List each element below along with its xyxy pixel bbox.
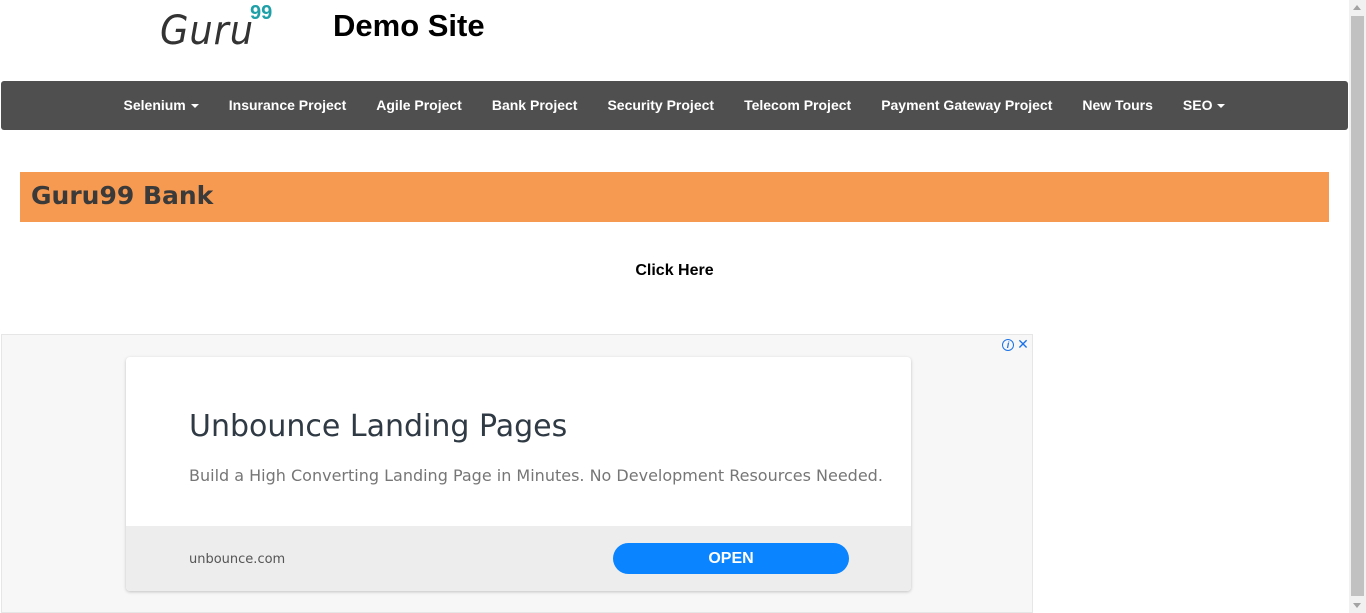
click-here-link[interactable]: Click Here: [0, 262, 1349, 280]
navbar: Selenium Insurance Project Agile Project…: [1, 81, 1348, 130]
scroll-up-icon[interactable]: [1353, 5, 1361, 10]
ad-headline[interactable]: Unbounce Landing Pages: [189, 409, 567, 444]
nav-item-label: Agile Project: [376, 97, 462, 113]
open-button[interactable]: OPEN: [613, 543, 849, 574]
ad-controls: i ✕: [1002, 336, 1030, 353]
nav-item-telecom-project[interactable]: Telecom Project: [729, 81, 866, 130]
nav-item-label: Insurance Project: [228, 97, 347, 113]
nav-item-insurance-project[interactable]: Insurance Project: [214, 81, 362, 130]
nav-item-label: SEO: [1182, 97, 1213, 113]
page-banner: Guru99 Bank: [20, 172, 1329, 222]
ad-container: i ✕ Unbounce Landing Pages Build a High …: [1, 334, 1033, 613]
ad-domain[interactable]: unbounce.com: [189, 552, 285, 567]
logo-number: 99: [250, 2, 273, 24]
nav-item-label: New Tours: [1082, 97, 1153, 113]
nav-item-label: Telecom Project: [744, 97, 852, 113]
nav-item-new-tours[interactable]: New Tours: [1067, 81, 1168, 130]
nav-item-seo[interactable]: SEO: [1168, 81, 1241, 130]
nav-item-label: Selenium: [123, 97, 186, 113]
nav-item-payment-gateway-project[interactable]: Payment Gateway Project: [866, 81, 1067, 130]
nav-item-security-project[interactable]: Security Project: [592, 81, 729, 130]
nav-item-selenium[interactable]: Selenium: [109, 81, 214, 130]
ad-card[interactable]: Unbounce Landing Pages Build a High Conv…: [126, 357, 911, 591]
caret-down-icon: [1217, 104, 1226, 109]
logo-word: Guru: [160, 8, 254, 54]
site-title: Demo Site: [333, 8, 485, 43]
close-icon[interactable]: ✕: [1016, 336, 1030, 352]
info-icon[interactable]: i: [1002, 339, 1014, 351]
nav-menu: Selenium Insurance Project Agile Project…: [1, 81, 1348, 130]
ad-footer: unbounce.com OPEN: [126, 526, 911, 591]
logo[interactable]: Guru 99: [160, 2, 290, 62]
nav-item-agile-project[interactable]: Agile Project: [361, 81, 477, 130]
ad-description: Build a High Converting Landing Page in …: [189, 466, 883, 485]
nav-item-label: Bank Project: [491, 97, 578, 113]
nav-item-label: Payment Gateway Project: [881, 97, 1053, 113]
nav-item-label: Security Project: [607, 97, 715, 113]
nav-item-bank-project[interactable]: Bank Project: [477, 81, 593, 130]
caret-down-icon: [190, 104, 199, 109]
scroll-thumb[interactable]: [1351, 16, 1364, 596]
scroll-down-icon[interactable]: [1353, 603, 1361, 608]
vertical-scrollbar[interactable]: [1349, 0, 1366, 613]
page-title: Guru99 Bank: [31, 181, 214, 210]
